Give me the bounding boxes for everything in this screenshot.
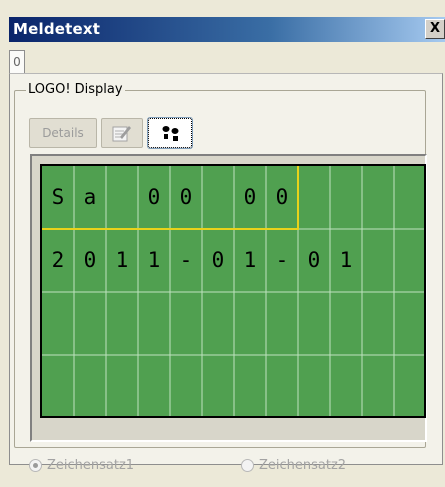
lcd-cell: 1 (115, 248, 129, 272)
lcd-cell (106, 166, 138, 228)
lcd-cell: 0 (211, 248, 225, 272)
window-title: Meldetext (13, 20, 101, 38)
option-zeichensatz1[interactable]: Zeichensatz1 (29, 458, 134, 473)
lcd-cell: 2 (51, 248, 65, 272)
lcd-cell: - (179, 248, 193, 272)
lcd-cell: 0 (307, 248, 321, 272)
edit-icon (112, 126, 131, 142)
lcd-cell: 0 (147, 185, 161, 209)
tab-0[interactable]: 0 (9, 50, 25, 75)
radio-button[interactable] (241, 459, 254, 472)
radio-button-checked[interactable] (29, 459, 42, 472)
details-button[interactable]: Details (29, 118, 97, 148)
lcd-cell: 0 (243, 185, 257, 209)
group-title: LOGO! Display (26, 82, 125, 97)
option-zeichensatz2[interactable]: Zeichensatz2 (241, 458, 346, 473)
option-label: Zeichensatz1 (47, 458, 135, 473)
lcd-cell: 0 (83, 248, 97, 272)
lcd-cell: 1 (339, 248, 353, 272)
option-label: Zeichensatz2 (259, 458, 347, 473)
dialog-panel: 0 LOGO! Display Details S a 0 0 0 0 2 0 … (9, 42, 445, 487)
title-bar[interactable]: Meldetext X (9, 17, 445, 42)
lcd-cell: S (51, 185, 65, 209)
lcd-cell: - (275, 248, 289, 272)
lcd-cell: 0 (275, 185, 289, 209)
footprint-icon (162, 126, 179, 141)
footprint-button[interactable] (147, 117, 193, 149)
close-button[interactable]: X (425, 19, 445, 39)
lcd-cell (202, 166, 234, 228)
lcd-cell: a (83, 185, 97, 209)
edit-button[interactable] (101, 118, 143, 148)
display-frame: S a 0 0 0 0 2 0 1 1 - 0 1 - 0 1 (30, 154, 427, 442)
meldetext-window: Meldetext X 0 LOGO! Display Details S a … (0, 0, 445, 487)
lcd-display[interactable]: S a 0 0 0 0 2 0 1 1 - 0 1 - 0 1 (40, 164, 426, 418)
lcd-cell: 0 (179, 185, 193, 209)
lcd-cell: 1 (147, 248, 161, 272)
lcd-cell: 1 (243, 248, 257, 272)
